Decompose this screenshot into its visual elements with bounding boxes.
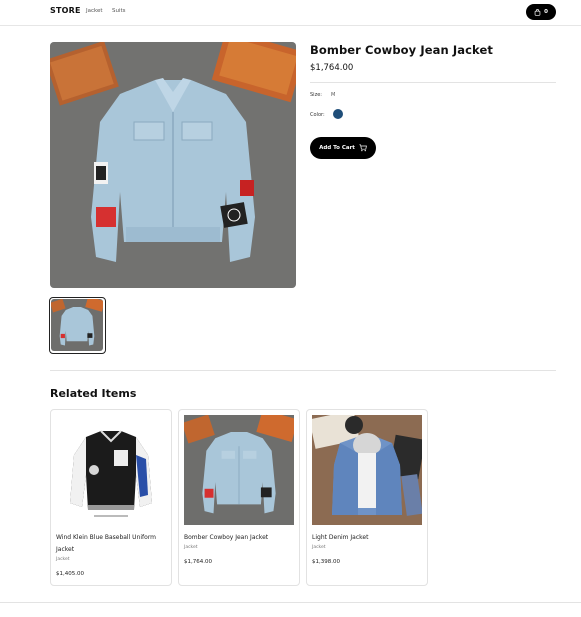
- related-item-card[interactable]: Light Denim Jacket Jacket $1,398.00: [306, 409, 428, 586]
- nav-link-jacket[interactable]: Jacket: [86, 8, 103, 14]
- cart-icon: [359, 144, 367, 152]
- related-item-image: [312, 415, 422, 525]
- store-logo[interactable]: STORE: [50, 6, 81, 15]
- related-item-price: $1,398.00: [312, 559, 340, 565]
- related-item-image: [184, 415, 294, 525]
- section-divider: [50, 370, 556, 371]
- related-item-category: Jacket: [312, 545, 326, 550]
- related-item-title[interactable]: Wind Klein Blue Baseball Uniform Jacket: [56, 532, 168, 556]
- cart-button[interactable]: 0: [526, 4, 556, 20]
- related-item-category: Jacket: [184, 545, 198, 550]
- cart-count: 0: [544, 9, 548, 15]
- product-main-image: [50, 42, 296, 288]
- nav-link-suits[interactable]: Suits: [112, 8, 126, 14]
- footer-divider: [0, 602, 581, 603]
- size-label: Size:: [310, 92, 322, 98]
- related-items-heading: Related Items: [50, 387, 137, 400]
- product-title: Bomber Cowboy Jean Jacket: [310, 43, 493, 57]
- related-item-title[interactable]: Bomber Cowboy Jean Jacket: [184, 532, 296, 544]
- color-label: Color:: [310, 112, 325, 118]
- related-item-card[interactable]: Wind Klein Blue Baseball Uniform Jacket …: [50, 409, 172, 586]
- info-divider: [310, 82, 556, 83]
- shopping-bag-icon: [534, 8, 541, 16]
- add-to-cart-button[interactable]: Add To Cart: [310, 137, 376, 159]
- product-price: $1,764.00: [310, 63, 354, 73]
- related-item-card[interactable]: Bomber Cowboy Jean Jacket Jacket $1,764.…: [178, 409, 300, 586]
- related-item-category: Jacket: [56, 557, 70, 562]
- size-value[interactable]: M: [331, 92, 335, 98]
- navbar: STORE Jacket Suits 0: [0, 0, 581, 26]
- related-item-image: [56, 415, 166, 525]
- related-item-price: $1,405.00: [56, 571, 84, 577]
- product-thumbnail[interactable]: [49, 297, 106, 354]
- related-item-price: $1,764.00: [184, 559, 212, 565]
- related-item-title[interactable]: Light Denim Jacket: [312, 532, 424, 544]
- color-swatch[interactable]: [333, 109, 343, 119]
- add-to-cart-label: Add To Cart: [319, 145, 355, 151]
